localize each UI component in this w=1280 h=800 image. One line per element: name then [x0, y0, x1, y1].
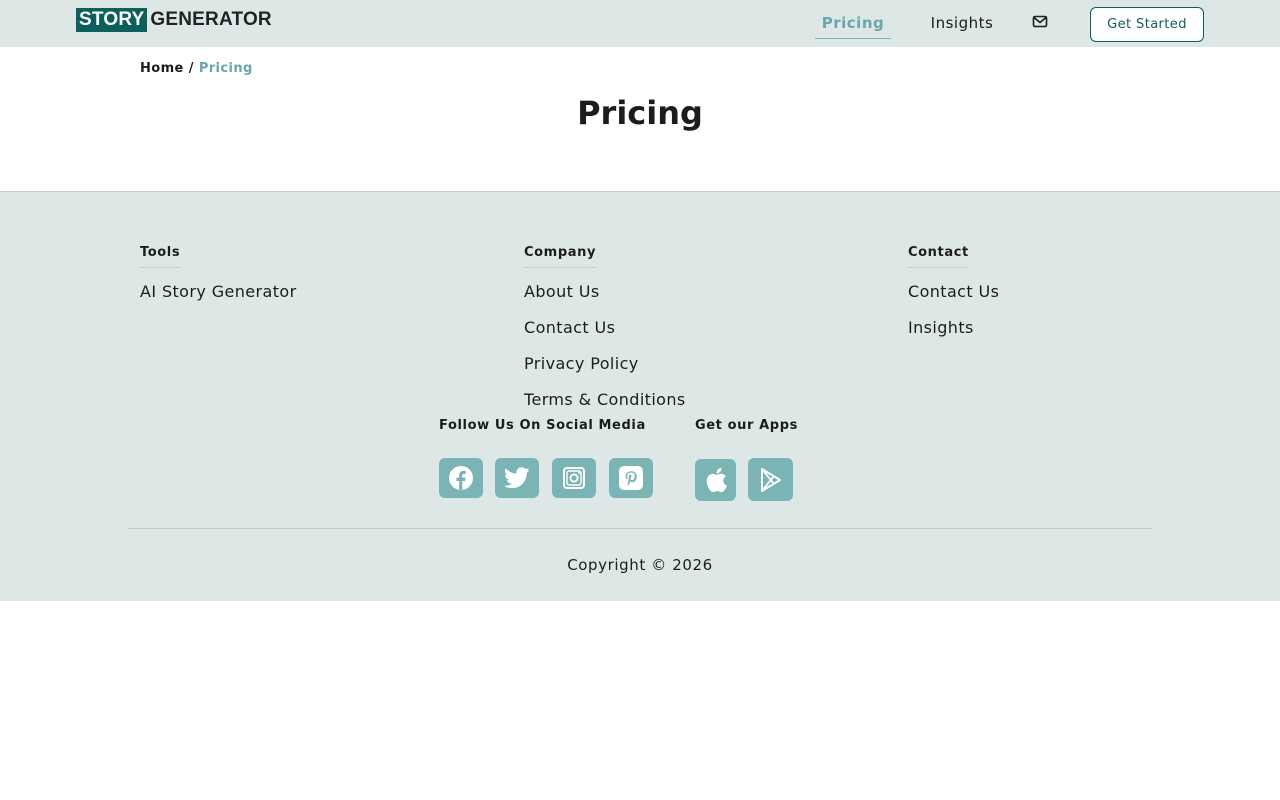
logo-story-text: STORY [76, 8, 148, 32]
footer-link-ai-story-generator[interactable]: AI Story Generator [140, 274, 297, 310]
footer-tools-title: Tools [140, 245, 181, 268]
get-started-button[interactable]: Get Started [1090, 7, 1204, 42]
footer: Tools AI Story Generator Company About U… [0, 191, 1280, 601]
breadcrumb-separator: / [188, 61, 194, 76]
logo[interactable]: STORY GENERATOR [76, 8, 272, 32]
footer-column-contact: Contact Contact Us Insights [908, 241, 999, 346]
footer-link-about-us[interactable]: About Us [524, 274, 686, 310]
instagram-icon[interactable] [552, 458, 596, 498]
nav-link-pricing[interactable]: Pricing [815, 8, 891, 39]
breadcrumb-home-link[interactable]: Home [140, 61, 184, 76]
pinterest-icon[interactable] [609, 458, 653, 498]
apple-icon[interactable] [695, 459, 736, 501]
footer-divider [128, 528, 1152, 529]
footer-link-privacy-policy[interactable]: Privacy Policy [524, 346, 686, 382]
footer-column-company: Company About Us Contact Us Privacy Poli… [524, 241, 686, 418]
footer-link-terms-conditions[interactable]: Terms & Conditions [524, 382, 686, 418]
nav-link-insights[interactable]: Insights [924, 8, 1000, 39]
footer-link-contact-us-2[interactable]: Contact Us [908, 274, 999, 310]
social-media-title: Follow Us On Social Media [439, 418, 646, 433]
logo-generator-text: GENERATOR [150, 9, 272, 30]
footer-column-tools: Tools AI Story Generator [140, 241, 297, 310]
page-title: Pricing [577, 94, 703, 132]
envelope-icon[interactable] [1032, 14, 1049, 28]
top-navbar: STORY GENERATOR Pricing Insights Get Sta… [0, 0, 1280, 47]
footer-link-insights[interactable]: Insights [908, 310, 999, 346]
footer-company-title: Company [524, 245, 597, 268]
copyright-text: Copyright © 2026 [567, 556, 713, 574]
twitter-icon[interactable] [495, 458, 539, 498]
facebook-icon[interactable] [439, 458, 483, 498]
get-apps-title: Get our Apps [695, 418, 798, 433]
footer-link-contact-us[interactable]: Contact Us [524, 310, 686, 346]
footer-contact-title: Contact [908, 245, 969, 268]
google-play-icon[interactable] [748, 458, 793, 501]
breadcrumb-current: Pricing [198, 61, 253, 76]
breadcrumb: Home / Pricing [140, 61, 253, 76]
